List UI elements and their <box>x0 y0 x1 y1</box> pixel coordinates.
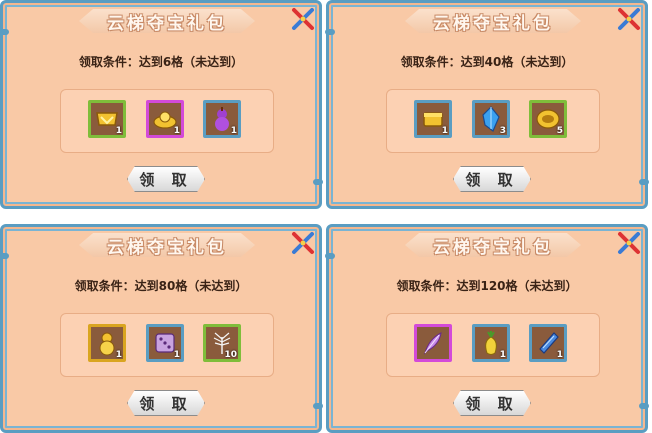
close-icon[interactable] <box>617 231 641 255</box>
panel-edge-tab-right <box>313 179 323 185</box>
item-count: 10 <box>224 350 237 360</box>
item-count: 1 <box>441 126 448 136</box>
item-count: 1 <box>230 126 237 136</box>
panel-title: 云梯夺宝礼包 <box>433 237 553 258</box>
reward-slot[interactable]: 1 <box>88 324 126 362</box>
claim-button[interactable]: 领 取 <box>127 166 205 192</box>
item-count: 1 <box>173 126 180 136</box>
reward-slot[interactable]: 10 <box>203 324 241 362</box>
panel-edge-tab-right <box>639 403 649 409</box>
gift-pack-panel-3: 云梯夺宝礼包 领取条件：达到80格（未达到） 1 1 10 领 取 <box>0 224 323 433</box>
panel-title: 云梯夺宝礼包 <box>107 13 227 34</box>
claim-condition: 领取条件：达到120格（未达到） <box>396 279 578 293</box>
reward-slot[interactable]: 5 <box>529 100 567 138</box>
item-count: 1 <box>499 350 506 360</box>
reward-slot[interactable]: 1 <box>203 100 241 138</box>
claim-button[interactable]: 领 取 <box>453 166 531 192</box>
item-count: 5 <box>556 126 563 136</box>
item-count: 1 <box>115 126 122 136</box>
panel-edge-tab-right <box>639 179 649 185</box>
reward-slot[interactable]: 1 <box>529 324 567 362</box>
reward-slot[interactable]: 1 <box>88 100 126 138</box>
gift-pack-panel-4: 云梯夺宝礼包 领取条件：达到120格（未达到） 1 1 领 取 <box>325 224 649 433</box>
reward-items-box: 1 1 1 <box>60 89 274 153</box>
claim-condition: 领取条件：达到40格（未达到） <box>400 55 574 69</box>
reward-slot[interactable]: 1 <box>414 100 452 138</box>
claim-button[interactable]: 领 取 <box>453 390 531 416</box>
claim-button-label: 领 取 <box>139 394 193 413</box>
reward-slot[interactable]: 1 <box>472 324 510 362</box>
panel-edge-tab-left <box>0 253 9 259</box>
claim-button-label: 领 取 <box>139 170 193 189</box>
reward-items-box: 1 1 10 <box>60 313 274 377</box>
panel-edge-tab-left <box>0 29 9 35</box>
claim-button-label: 领 取 <box>465 170 519 189</box>
gift-pack-panel-2: 云梯夺宝礼包 领取条件：达到40格（未达到） 1 3 5 领 取 <box>325 0 649 209</box>
reward-slot[interactable]: 3 <box>472 100 510 138</box>
claim-button[interactable]: 领 取 <box>127 390 205 416</box>
panel-title: 云梯夺宝礼包 <box>433 13 553 34</box>
panel-edge-tab-left <box>325 29 335 35</box>
panel-edge-tab-left <box>325 253 335 259</box>
claim-condition: 领取条件：达到6格（未达到） <box>78 55 244 69</box>
panel-title-banner: 云梯夺宝礼包 <box>79 9 255 33</box>
panel-title-banner: 云梯夺宝礼包 <box>405 9 581 33</box>
reward-slot[interactable] <box>414 324 452 362</box>
close-icon[interactable] <box>291 7 315 31</box>
panel-edge-tab-right <box>313 403 323 409</box>
claim-condition: 领取条件：达到80格（未达到） <box>74 279 248 293</box>
reward-slot[interactable]: 1 <box>146 324 184 362</box>
item-count: 1 <box>556 350 563 360</box>
panel-title-banner: 云梯夺宝礼包 <box>79 233 255 257</box>
claim-button-label: 领 取 <box>465 394 519 413</box>
item-count: 1 <box>115 350 122 360</box>
purple-feather-icon <box>423 332 442 355</box>
close-icon[interactable] <box>617 7 641 31</box>
close-icon[interactable] <box>291 231 315 255</box>
reward-items-box: 1 3 5 <box>386 89 600 153</box>
reward-items-box: 1 1 <box>386 313 600 377</box>
gift-pack-panel-1: 云梯夺宝礼包 领取条件：达到6格（未达到） 1 1 1 领 取 <box>0 0 323 209</box>
panel-title-banner: 云梯夺宝礼包 <box>405 233 581 257</box>
item-count: 1 <box>173 350 180 360</box>
reward-slot[interactable]: 1 <box>146 100 184 138</box>
item-count: 3 <box>499 126 506 136</box>
panel-title: 云梯夺宝礼包 <box>107 237 227 258</box>
